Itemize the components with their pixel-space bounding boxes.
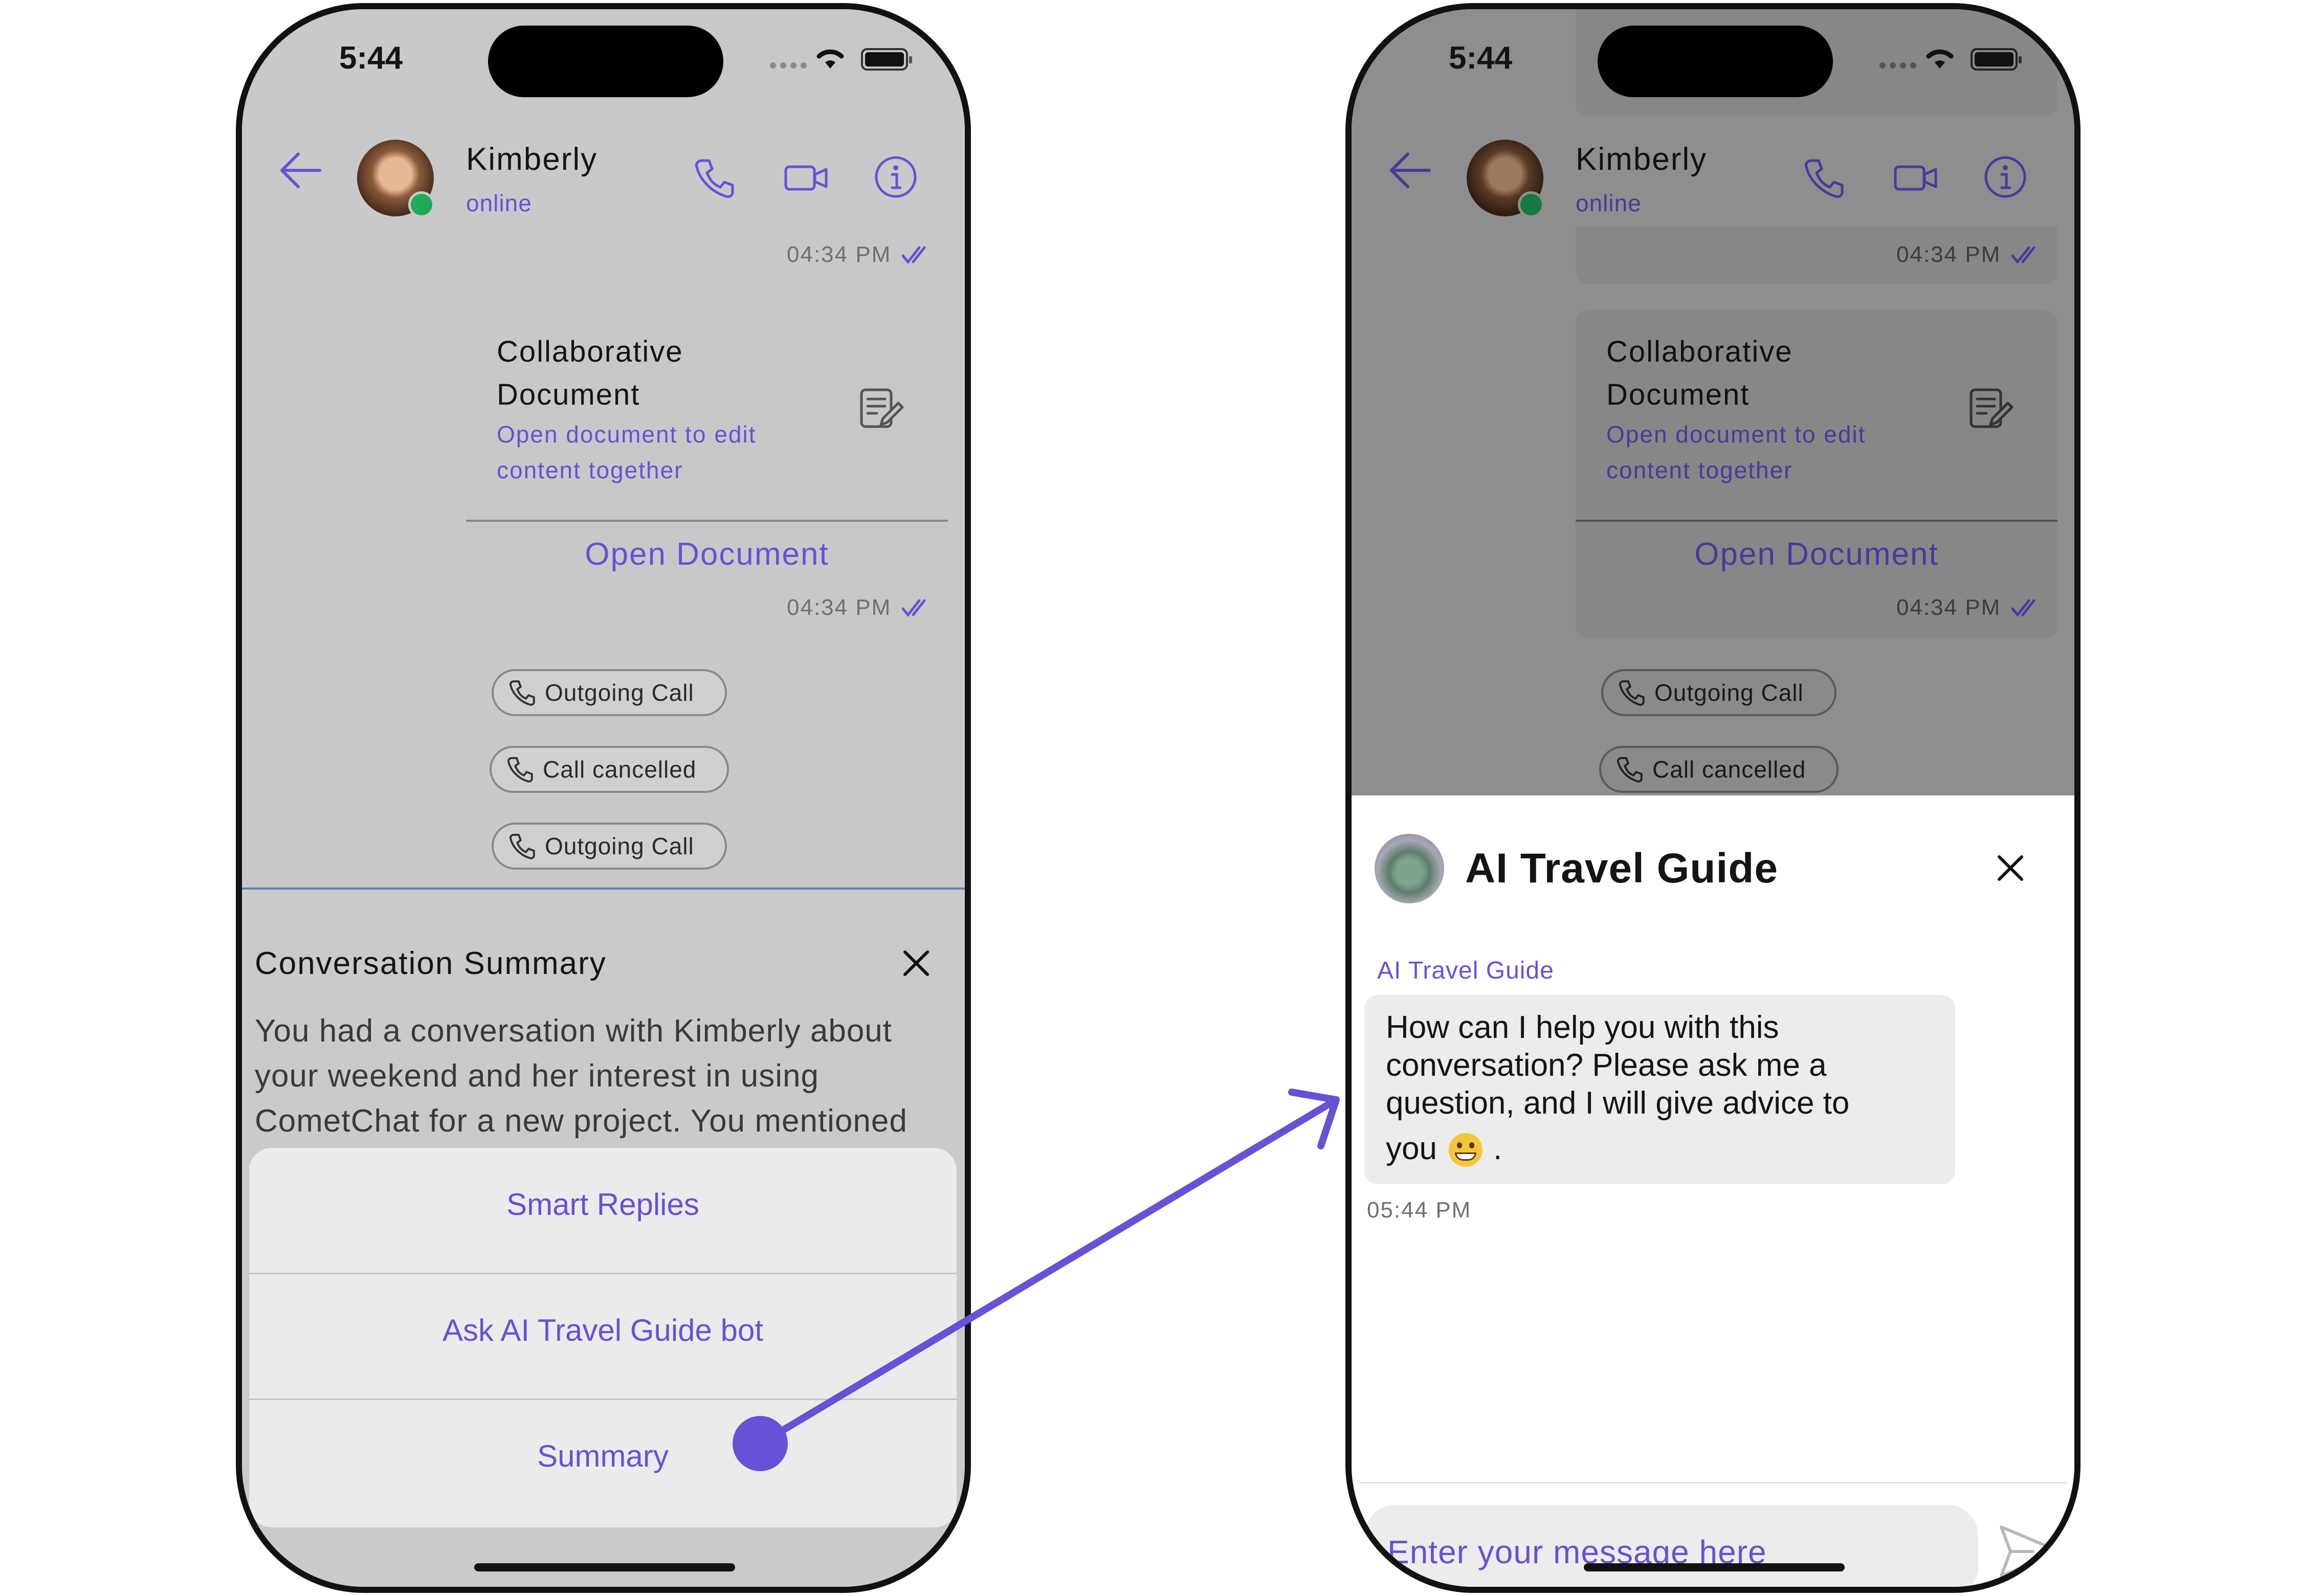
flow-arrow-line	[759, 1096, 1340, 1446]
flow-arrow	[733, 1089, 1340, 1471]
tap-indicator	[733, 1416, 788, 1471]
